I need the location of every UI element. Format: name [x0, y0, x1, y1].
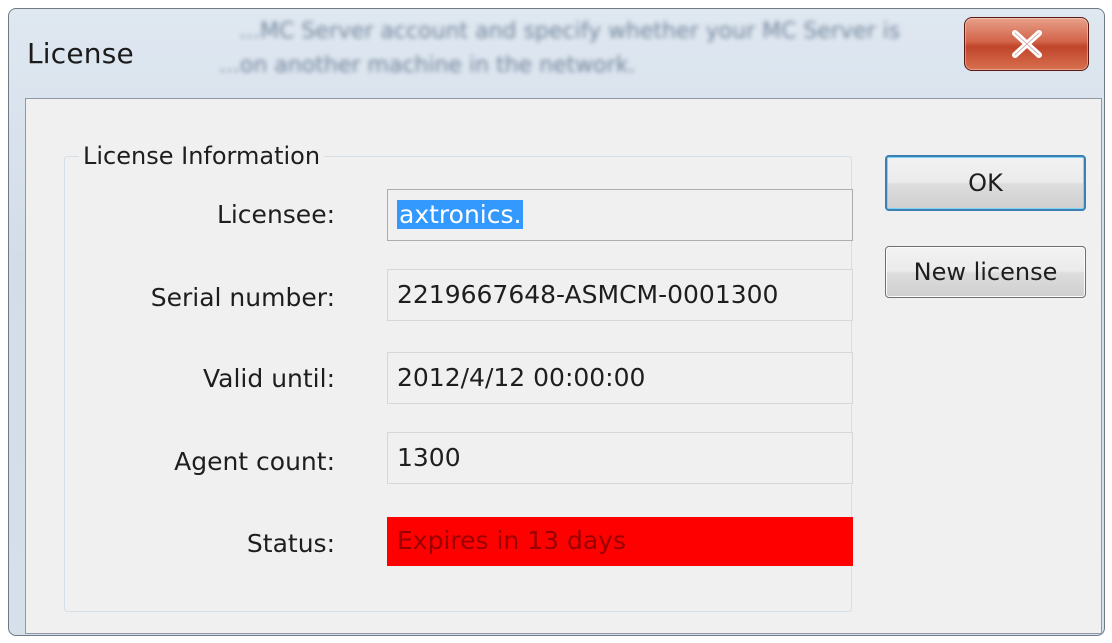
serial-number-field[interactable]: 2219667648-ASMCM-0001300 — [387, 269, 853, 321]
licensee-value: axtronics. — [397, 200, 524, 229]
status-label: Status: — [246, 529, 335, 558]
license-dialog-window: ...MC Server account and specify whether… — [8, 8, 1105, 636]
new-license-button[interactable]: New license — [885, 246, 1086, 298]
group-label: License Information — [79, 139, 325, 173]
window-title: License — [27, 37, 134, 70]
background-window-text: ...MC Server account and specify whether… — [219, 19, 901, 78]
agent-count-field[interactable]: 1300 — [387, 432, 853, 484]
licensee-label: Licensee: — [216, 200, 335, 229]
close-icon — [1011, 30, 1042, 58]
serial-number-label: Serial number: — [150, 283, 335, 312]
valid-until-field[interactable]: 2012/4/12 00:00:00 — [387, 352, 853, 404]
status-field: Expires in 13 days — [387, 517, 853, 566]
valid-until-label: Valid until: — [203, 364, 335, 393]
dialog-client-area: License Information Licensee: axtronics.… — [25, 98, 1102, 634]
license-information-group: License Information Licensee: axtronics.… — [64, 139, 853, 612]
agent-count-label: Agent count: — [174, 447, 335, 476]
ok-button[interactable]: OK — [885, 155, 1086, 211]
licensee-field[interactable]: axtronics. — [387, 189, 853, 241]
close-button[interactable] — [964, 17, 1089, 71]
